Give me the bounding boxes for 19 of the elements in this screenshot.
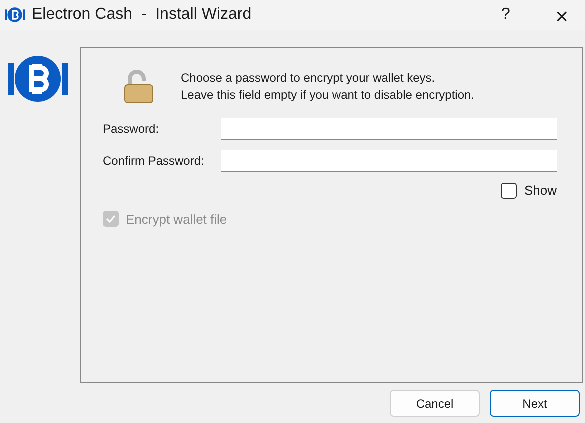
show-checkbox[interactable]: Show bbox=[501, 181, 557, 200]
encrypt-label: Encrypt wallet file bbox=[126, 210, 228, 229]
field-label: Password: bbox=[103, 121, 160, 138]
window-title: Electron Cash - Install Wizard bbox=[32, 5, 252, 25]
instruction-text: Leave this field empty if you want to disable encryption. bbox=[181, 87, 474, 104]
field-label: Confirm Password: bbox=[103, 153, 206, 170]
password-field[interactable] bbox=[221, 150, 557, 172]
app-logo-icon bbox=[5, 6, 25, 24]
password-field[interactable] bbox=[221, 118, 557, 140]
checkmark-icon bbox=[106, 214, 116, 224]
checkbox[interactable] bbox=[501, 182, 518, 199]
dialog-button[interactable]: Cancel bbox=[390, 390, 480, 417]
close-button[interactable]: × bbox=[539, 0, 585, 30]
dialog-button[interactable]: Next bbox=[490, 390, 580, 417]
show-label: Show bbox=[524, 182, 557, 200]
padlock-icon bbox=[122, 70, 156, 104]
help-button[interactable]: ? bbox=[483, 0, 529, 30]
bitcoin-logo-icon bbox=[8, 55, 68, 103]
instruction-text: Choose a password to encrypt your wallet keys. bbox=[181, 70, 436, 87]
